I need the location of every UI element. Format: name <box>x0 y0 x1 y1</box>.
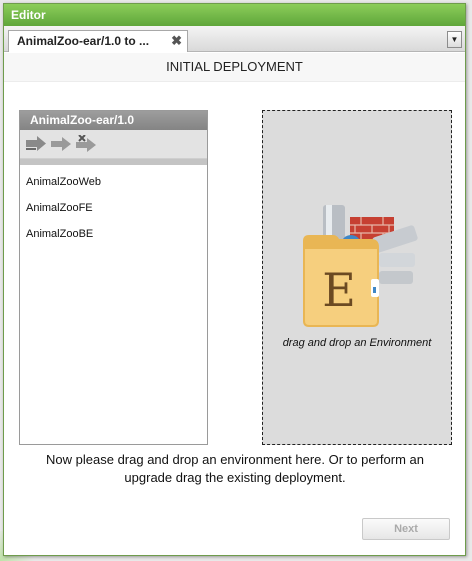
window-titlebar[interactable]: Editor <box>4 4 465 26</box>
environment-folder-icon: E <box>303 205 418 327</box>
application-title: AnimalZoo-ear/1.0 <box>20 111 207 130</box>
list-item-module[interactable]: AnimalZooBE <box>20 221 207 247</box>
window-title: Editor <box>11 8 46 22</box>
environment-drop-zone[interactable]: E drag and drop an Environment <box>262 110 452 445</box>
chevron-down-icon: ▼ <box>450 35 459 44</box>
deploy-arrow-icon[interactable] <box>25 135 47 152</box>
next-button[interactable]: Next <box>362 518 450 540</box>
instructions-line: upgrade drag the existing deployment. <box>124 470 346 485</box>
module-list: AnimalZooWeb AnimalZooFE AnimalZooBE <box>20 165 207 247</box>
move-arrow-icon[interactable] <box>50 135 72 152</box>
tab-strip: AnimalZoo-ear/1.0 to ... ✖ ▼ <box>4 26 465 52</box>
folder-letter: E <box>322 263 356 317</box>
remove-arrow-icon[interactable] <box>75 135 97 152</box>
tab-label: AnimalZoo-ear/1.0 to ... <box>17 34 150 48</box>
list-item-module[interactable]: AnimalZooFE <box>20 195 207 221</box>
close-icon[interactable]: ✖ <box>171 31 182 51</box>
list-item-module[interactable]: AnimalZooWeb <box>20 169 207 195</box>
tab-menu-dropdown[interactable]: ▼ <box>447 31 462 48</box>
instructions-text: Now please drag and drop an environment … <box>14 451 456 487</box>
application-panel[interactable]: AnimalZoo-ear/1.0 AnimalZooWeb AnimalZoo… <box>19 110 208 445</box>
tab-deployment[interactable]: AnimalZoo-ear/1.0 to ... ✖ <box>8 30 188 52</box>
header-title: INITIAL DEPLOYMENT <box>166 59 303 74</box>
instructions-line: Now please drag and drop an environment … <box>46 452 424 467</box>
drop-caption: drag and drop an Environment <box>282 337 432 349</box>
application-toolbar <box>20 130 207 159</box>
page-title: INITIAL DEPLOYMENT <box>4 53 465 82</box>
editor-window: Editor AnimalZoo-ear/1.0 to ... ✖ ▼ INIT… <box>3 3 466 556</box>
